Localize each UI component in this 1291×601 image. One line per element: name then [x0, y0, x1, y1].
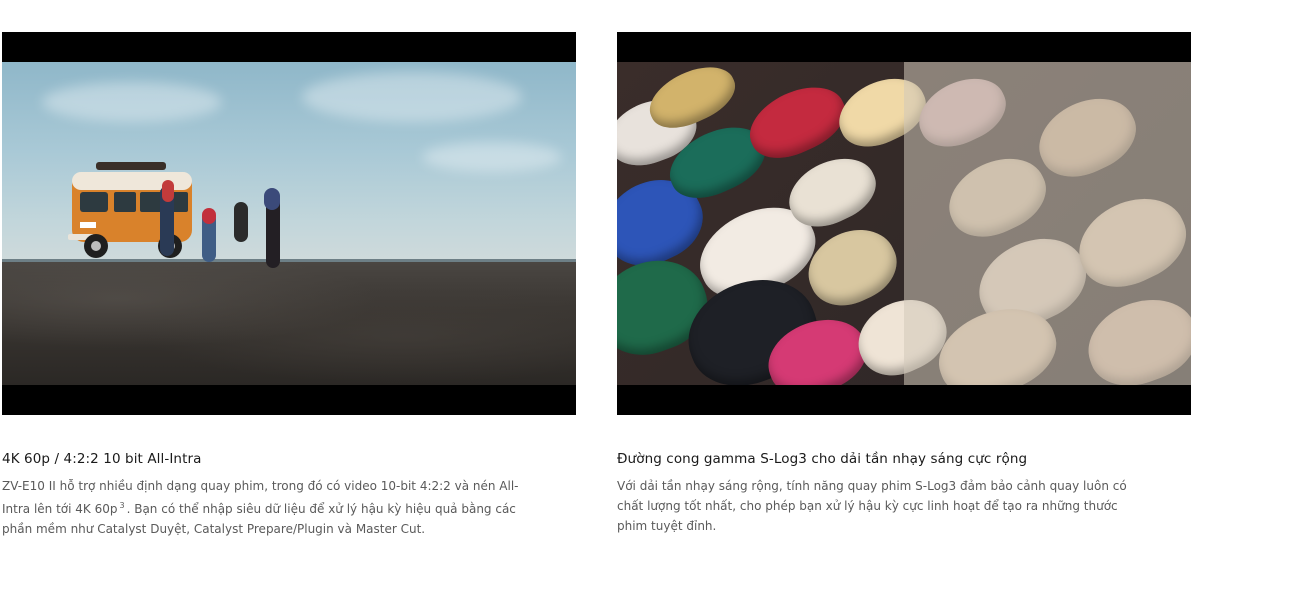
slog3-overlay: [904, 62, 1191, 385]
shoes-scene-image: [617, 62, 1191, 385]
footnote-marker[interactable]: 3: [120, 501, 125, 510]
feature-description: Với dải tần nhạy sáng rộng, tính năng qu…: [617, 479, 1127, 533]
van-scene-image: [2, 62, 576, 385]
feature-video-slog3[interactable]: [617, 32, 1191, 415]
feature-description: ZV-E10 II hỗ trợ nhiều định dạng quay ph…: [2, 476, 522, 539]
feature-video-4k[interactable]: [2, 32, 576, 415]
feature-title: Đường cong gamma S-Log3 cho dải tần nhạy…: [617, 451, 1028, 467]
feature-card-slog3: Đường cong gamma S-Log3 cho dải tần nhạy…: [617, 32, 1191, 536]
van-illustration: [68, 162, 192, 258]
feature-card-4k: 4K 60p / 4:2:2 10 bit All-Intra ZV-E10 I…: [2, 32, 576, 539]
feature-title: 4K 60p / 4:2:2 10 bit All-Intra: [2, 451, 202, 467]
